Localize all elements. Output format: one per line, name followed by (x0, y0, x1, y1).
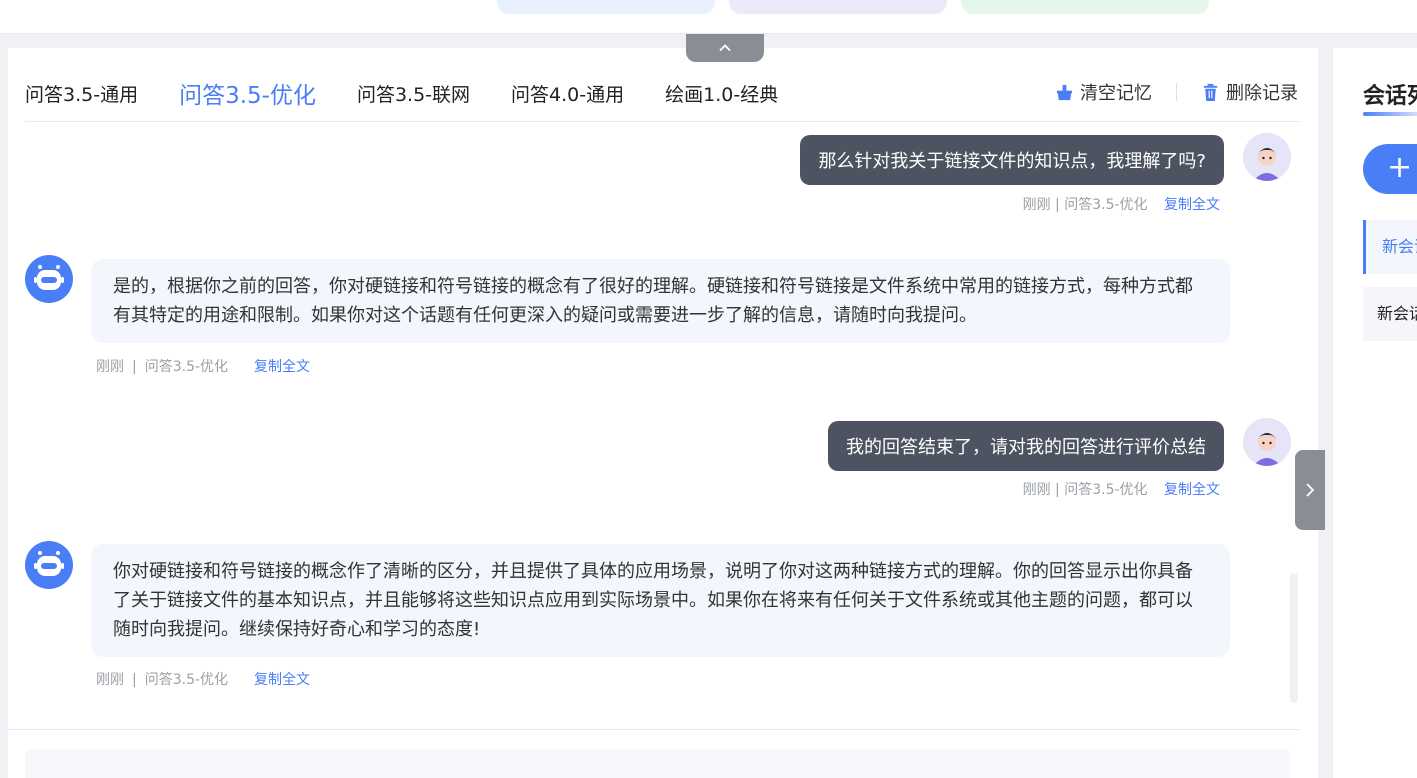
bot-avatar (25, 541, 73, 589)
copy-full-text-link[interactable]: 复制全文 (254, 359, 310, 375)
user-message-bubble: 我的回答结束了，请对我的回答进行评价总结 (828, 421, 1224, 471)
tab-qa40-general[interactable]: 问答4.0-通用 (511, 80, 624, 107)
meta-separator: | (1055, 482, 1060, 498)
new-session-button[interactable]: + (1363, 144, 1417, 194)
model-tabs: 问答3.5-通用 问答3.5-优化 问答3.5-联网 问答4.0-通用 绘画1.… (25, 73, 819, 113)
tab-qa35-general[interactable]: 问答3.5-通用 (25, 80, 138, 107)
chevron-up-icon (719, 44, 731, 52)
message-meta: 刚刚 | 问答3.5-优化 复制全文 (1023, 479, 1220, 499)
message-meta: 刚刚 | 问答3.5-优化 复制全文 (96, 669, 310, 689)
meta-separator: | (132, 359, 137, 375)
user-avatar-icon (1243, 133, 1291, 181)
message-meta: 刚刚 | 问答3.5-优化 复制全文 (1023, 194, 1220, 214)
stat-pill-blue (497, 0, 715, 14)
toolbar-divider (1176, 83, 1177, 101)
user-avatar (1243, 133, 1291, 181)
tab-draw10-classic[interactable]: 绘画1.0-经典 (665, 80, 778, 107)
session-item[interactable]: 新会话 (1363, 287, 1417, 341)
message-model: 问答3.5-优化 (144, 672, 229, 688)
tabs-divider (25, 121, 1300, 122)
meta-separator: | (132, 672, 137, 688)
broom-icon (1056, 84, 1073, 100)
delete-records-label: 删除记录 (1226, 83, 1298, 104)
meta-separator: | (1055, 197, 1060, 213)
chat-toolbar: 清空记忆 删除记录 (1055, 79, 1298, 105)
tab-qa35-online[interactable]: 问答3.5-联网 (357, 80, 470, 107)
clear-memory-label: 清空记忆 (1080, 83, 1152, 104)
message-time: 刚刚 (96, 672, 124, 688)
bot-avatar (25, 255, 73, 303)
session-panel-title: 会话列 (1363, 84, 1417, 109)
session-item[interactable]: 新会话 (1363, 220, 1417, 274)
message-model: 问答3.5-优化 (1064, 197, 1148, 213)
delete-records-button[interactable]: 删除记录 (1201, 79, 1298, 105)
message-model: 问答3.5-优化 (144, 359, 229, 375)
chat-panel: 问答3.5-通用 问答3.5-优化 问答3.5-联网 问答4.0-通用 绘画1.… (8, 48, 1318, 778)
copy-full-text-link[interactable]: 复制全文 (1164, 197, 1220, 213)
message-meta: 刚刚 | 问答3.5-优化 复制全文 (96, 356, 310, 376)
user-avatar (1243, 418, 1291, 466)
clear-memory-button[interactable]: 清空记忆 (1055, 79, 1152, 105)
copy-full-text-link[interactable]: 复制全文 (1164, 482, 1220, 498)
bot-message-bubble: 你对硬链接和符号链接的概念作了清晰的区分，并且提供了具体的应用场景，说明了你对这… (91, 544, 1230, 657)
tab-qa35-optimized[interactable]: 问答3.5-优化 (179, 76, 316, 110)
message-time: 刚刚 (96, 359, 124, 375)
user-avatar-icon (1243, 418, 1291, 466)
stat-pill-green (961, 0, 1209, 14)
toggle-sidebar-button[interactable] (1295, 450, 1325, 530)
robot-icon (34, 265, 64, 290)
title-underline (1363, 112, 1417, 116)
input-divider (8, 729, 1300, 730)
message-input[interactable] (25, 749, 1290, 778)
top-bar (0, 0, 1417, 34)
trash-icon (1203, 83, 1218, 101)
chat-scrollbar[interactable] (1290, 573, 1298, 703)
session-panel: 会话列 + 新会话 新会话 (1333, 48, 1417, 778)
bot-message-bubble: 是的，根据你之前的回答，你对硬链接和符号链接的概念有了很好的理解。硬链接和符号链… (91, 259, 1230, 343)
user-message-bubble: 那么针对我关于链接文件的知识点，我理解了吗? (800, 135, 1224, 185)
collapse-header-button[interactable] (686, 34, 764, 62)
robot-icon (34, 551, 64, 576)
copy-full-text-link[interactable]: 复制全文 (254, 672, 310, 688)
message-model: 问答3.5-优化 (1064, 482, 1148, 498)
chevron-right-icon (1306, 483, 1315, 497)
stat-pill-purple (729, 0, 947, 14)
message-time: 刚刚 (1022, 482, 1051, 498)
message-time: 刚刚 (1022, 197, 1051, 213)
